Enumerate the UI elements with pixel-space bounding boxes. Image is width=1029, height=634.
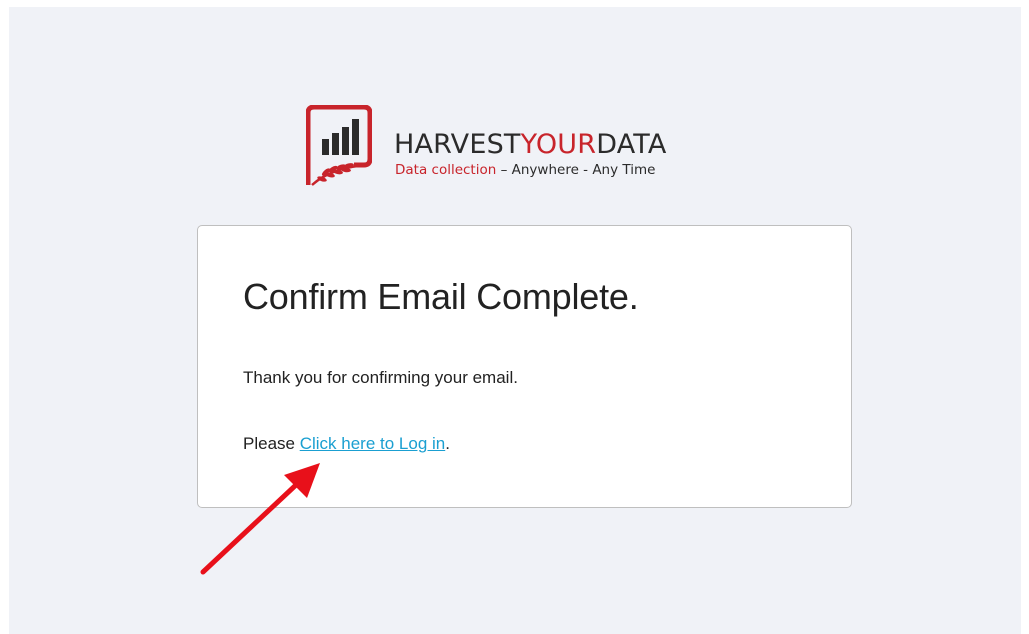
- logo-mark-icon: [306, 105, 372, 186]
- login-suffix: .: [445, 434, 450, 453]
- confirmation-card: Confirm Email Complete. Thank you for co…: [197, 225, 852, 508]
- logo-wordmark: HARVESTYOURDATA Data collection – Anywhe…: [394, 130, 667, 179]
- login-prefix: Please: [243, 434, 300, 453]
- page-background: HARVESTYOURDATA Data collection – Anywhe…: [9, 7, 1021, 634]
- login-prompt: Please Click here to Log in.: [243, 434, 450, 454]
- brand-name-data: DATA: [596, 129, 667, 160]
- confirmation-message: Thank you for confirming your email.: [243, 368, 518, 387]
- brand-tagline: Data collection – Anywhere - Any Time: [395, 161, 667, 179]
- brand-name: HARVESTYOURDATA: [394, 130, 667, 160]
- brand-name-your: YOUR: [520, 129, 597, 160]
- login-link[interactable]: Click here to Log in: [300, 434, 446, 453]
- page-title: Confirm Email Complete.: [243, 276, 639, 317]
- tagline-anywhere: – Anywhere - Any Time: [496, 162, 656, 178]
- brand-name-harvest: HARVEST: [394, 129, 521, 160]
- harvest-your-data-logo: HARVESTYOURDATA Data collection – Anywhe…: [306, 105, 766, 191]
- tagline-data-collection: Data collection: [395, 162, 497, 178]
